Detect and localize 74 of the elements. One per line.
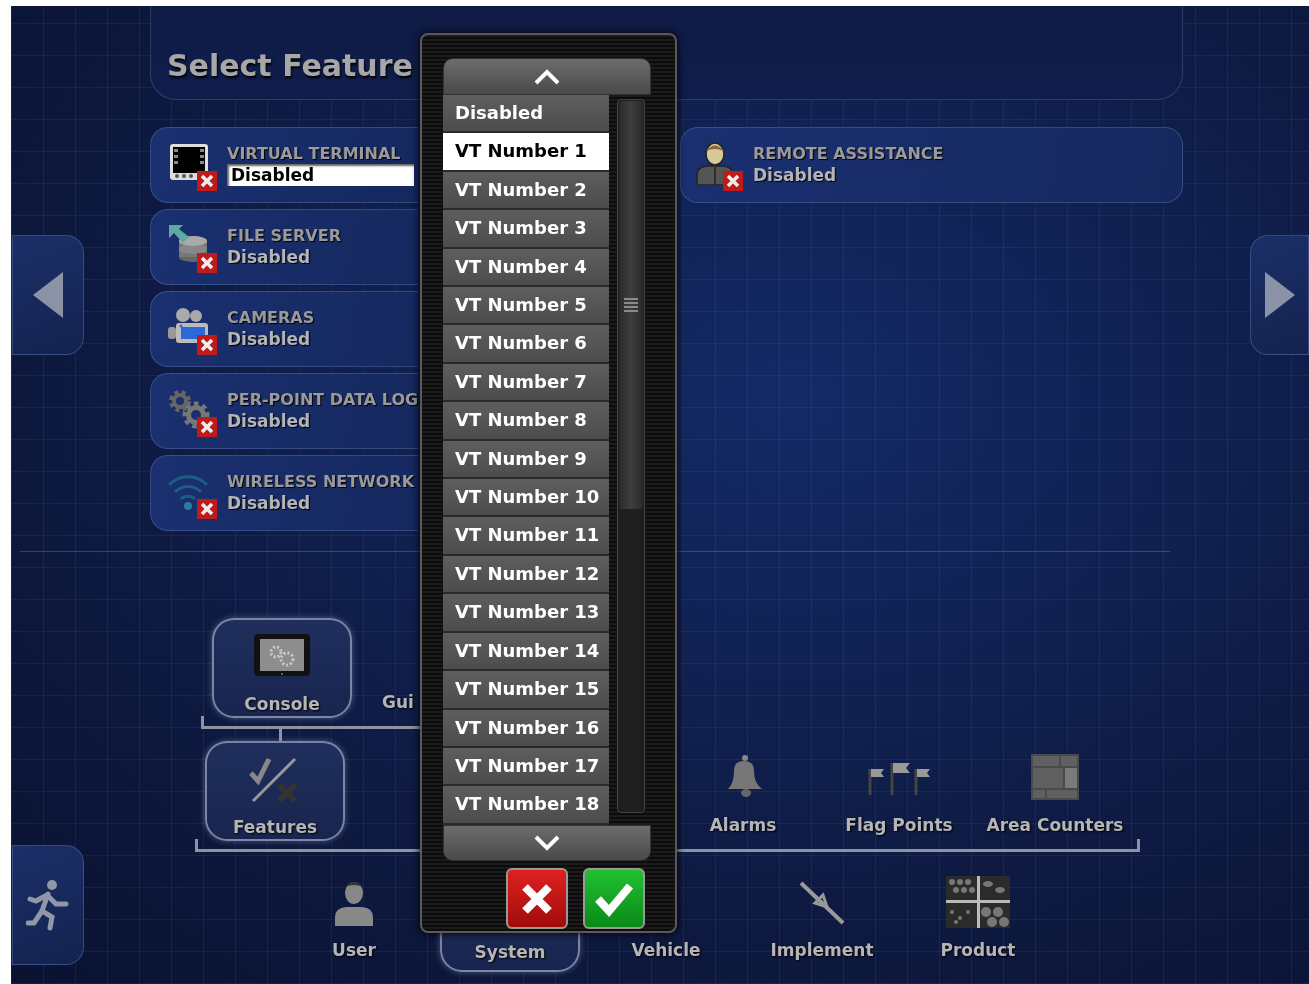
- feature-card[interactable]: VIRTUAL TERMINAL Disabled: [150, 127, 418, 203]
- menu-label: Features: [232, 817, 318, 837]
- confirm-button[interactable]: [583, 868, 645, 929]
- menu-label: Alarms: [709, 815, 777, 835]
- menu-label: Gui: [382, 692, 414, 712]
- dropdown-option[interactable]: VT Number 8: [443, 402, 609, 441]
- dropdown-option[interactable]: VT Number 3: [443, 210, 609, 249]
- page-title: Select Feature: [167, 51, 413, 81]
- menu-item[interactable]: Gui: [382, 618, 414, 718]
- previous-page-button[interactable]: [12, 235, 84, 355]
- menu-label: Area Counters: [986, 815, 1124, 835]
- feature-status: Disabled: [227, 410, 312, 432]
- feature-status: Disabled: [227, 164, 414, 186]
- feature-card[interactable]: FILE SERVER Disabled: [150, 209, 418, 285]
- dropdown-option[interactable]: VT Number 18: [443, 786, 609, 825]
- block-grid-icon: [1030, 753, 1080, 801]
- menu-item[interactable]: Area Counters: [985, 741, 1125, 841]
- dropdown-option[interactable]: VT Number 15: [443, 671, 609, 710]
- menu-label: System: [474, 942, 546, 962]
- menu-item[interactable]: Implement: [752, 872, 892, 972]
- menu-label: Implement: [770, 940, 874, 960]
- feature-name: CAMERAS: [227, 308, 315, 328]
- feature-card[interactable]: CAMERAS Disabled: [150, 291, 418, 367]
- menu-tile[interactable]: Console: [212, 618, 352, 718]
- feature-status: Disabled: [227, 246, 312, 268]
- next-page-button[interactable]: [1250, 235, 1309, 355]
- dropdown-option[interactable]: VT Number 5: [443, 287, 609, 326]
- running-person-icon: [26, 879, 70, 931]
- menu-tile[interactable]: Features: [205, 741, 345, 841]
- feature-name: FILE SERVER: [227, 226, 341, 246]
- menu-label: Flag Points: [845, 815, 953, 835]
- dropdown-option[interactable]: VT Number 17: [443, 747, 609, 787]
- feature-name: REMOTE ASSISTANCE: [753, 144, 944, 164]
- menu-label: Vehicle: [631, 940, 701, 960]
- dropdown-option[interactable]: VT Number 4: [443, 248, 609, 288]
- dropdown-option[interactable]: VT Number 1: [443, 133, 609, 172]
- dropdown-option[interactable]: Disabled: [443, 95, 609, 134]
- cancel-button[interactable]: [506, 868, 568, 929]
- menu-item[interactable]: Product: [908, 872, 1048, 972]
- menu-item[interactable]: User: [284, 872, 424, 972]
- chevron-down-icon: [533, 834, 561, 852]
- feature-name: PER-POINT DATA LOG: [227, 390, 419, 410]
- dropdown-option[interactable]: VT Number 6: [443, 325, 609, 364]
- scrollbar-thumb[interactable]: [619, 101, 643, 509]
- chevron-up-icon: [533, 67, 561, 86]
- menu-label: Product: [940, 940, 1016, 960]
- feature-name: VIRTUAL TERMINAL: [227, 144, 402, 164]
- menu-label: Console: [244, 694, 320, 714]
- dropdown-option[interactable]: VT Number 11: [443, 517, 609, 556]
- menu-item[interactable]: Flag Points: [829, 741, 969, 841]
- dropdown-option[interactable]: VT Number 2: [443, 171, 609, 211]
- scroll-down-button[interactable]: [443, 825, 651, 861]
- feature-card[interactable]: PER-POINT DATA LOG Disabled: [150, 373, 418, 449]
- exit-button[interactable]: [12, 845, 84, 965]
- feature-card[interactable]: REMOTE ASSISTANCE Disabled: [680, 127, 1183, 203]
- menu-item[interactable]: Alarms: [673, 741, 813, 841]
- product-tiles-icon: [946, 876, 1010, 928]
- menu-label: User: [332, 940, 376, 960]
- gears-icon: [167, 387, 211, 431]
- feature-card[interactable]: WIRELESS NETWORK Disabled: [150, 455, 418, 531]
- left-arrow-icon: [31, 270, 65, 320]
- feature-status: Disabled: [753, 164, 838, 186]
- feature-name: WIRELESS NETWORK: [227, 472, 415, 492]
- dropdown-option[interactable]: VT Number 16: [443, 709, 609, 748]
- dropdown-option[interactable]: VT Number 9: [443, 440, 609, 480]
- feature-status: Disabled: [227, 492, 312, 514]
- dropdown-option[interactable]: VT Number 13: [443, 594, 609, 633]
- dropdown-option[interactable]: VT Number 12: [443, 555, 609, 595]
- feature-status: Disabled: [227, 328, 312, 350]
- scroll-up-button[interactable]: [443, 58, 651, 95]
- dropdown-option[interactable]: VT Number 7: [443, 363, 609, 403]
- dropdown-option[interactable]: VT Number 14: [443, 632, 609, 672]
- dropdown-option[interactable]: VT Number 10: [443, 479, 609, 518]
- right-arrow-icon: [1262, 270, 1297, 320]
